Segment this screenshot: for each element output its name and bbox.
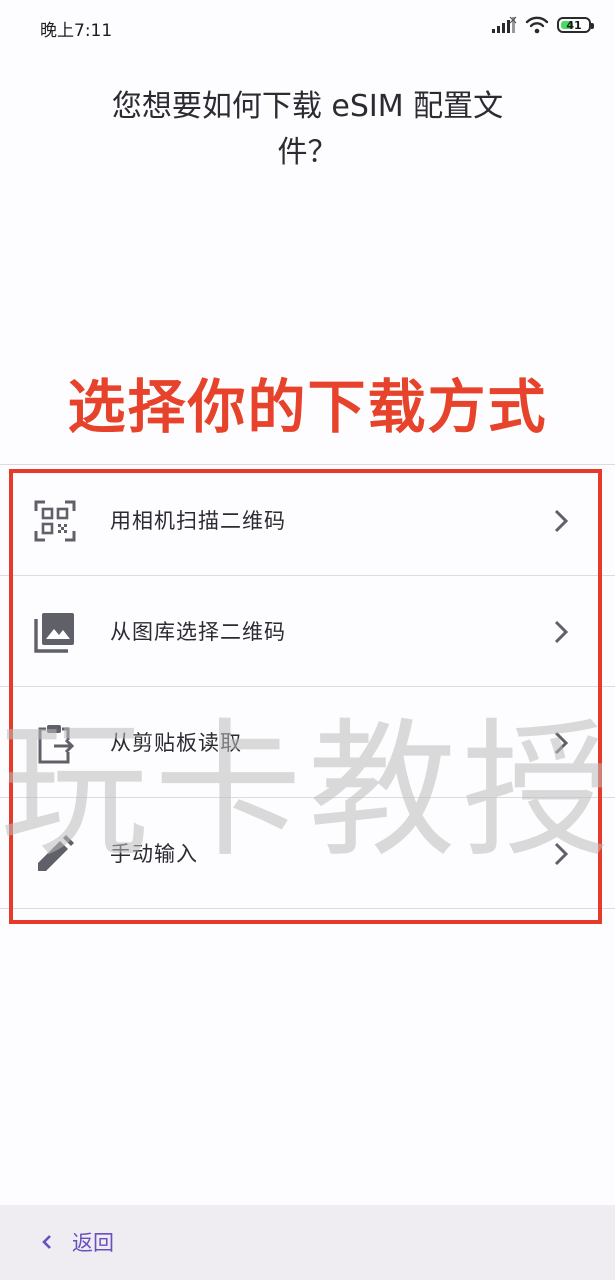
status-icons: 41 xyxy=(491,16,594,34)
signal-icon xyxy=(492,16,517,33)
option-gallery-qr[interactable]: 从图库选择二维码 xyxy=(0,576,615,686)
status-bar: 晚上7:11 41 xyxy=(0,0,615,56)
chevron-right-icon xyxy=(554,509,569,533)
option-label: 从剪贴板读取 xyxy=(110,731,242,755)
page-title: 您想要如何下载 eSIM 配置文件？ xyxy=(111,89,504,170)
option-clipboard[interactable]: 从剪贴板读取 xyxy=(0,687,615,797)
option-label: 从图库选择二维码 xyxy=(110,620,286,644)
option-label: 手动输入 xyxy=(110,842,198,866)
option-manual-entry[interactable]: 手动输入 xyxy=(0,798,615,908)
divider xyxy=(0,908,615,909)
qr-scan-icon xyxy=(34,500,76,542)
clipboard-icon xyxy=(38,725,75,764)
back-button[interactable]: 返回 xyxy=(40,1227,114,1257)
download-options-list: 用相机扫描二维码 从图库选择二维码 从剪贴板读取 手动输入 xyxy=(0,464,615,909)
wifi-icon xyxy=(525,16,549,34)
chevron-left-icon xyxy=(42,1235,51,1249)
bottom-bar: 返回 xyxy=(0,1205,615,1280)
chevron-right-icon xyxy=(554,842,569,866)
back-label: 返回 xyxy=(72,1231,114,1255)
option-scan-qr[interactable]: 用相机扫描二维码 xyxy=(0,465,615,575)
option-label: 用相机扫描二维码 xyxy=(110,509,286,533)
chevron-right-icon xyxy=(554,620,569,644)
promo-annotation: 选择你的下载方式 xyxy=(66,372,548,442)
gallery-icon xyxy=(34,613,74,653)
status-time: 晚上7:11 xyxy=(40,21,113,41)
pencil-icon xyxy=(38,835,74,871)
battery-icon: 41 xyxy=(557,17,594,33)
chevron-right-icon xyxy=(554,731,569,755)
battery-level: 41 xyxy=(566,18,582,32)
